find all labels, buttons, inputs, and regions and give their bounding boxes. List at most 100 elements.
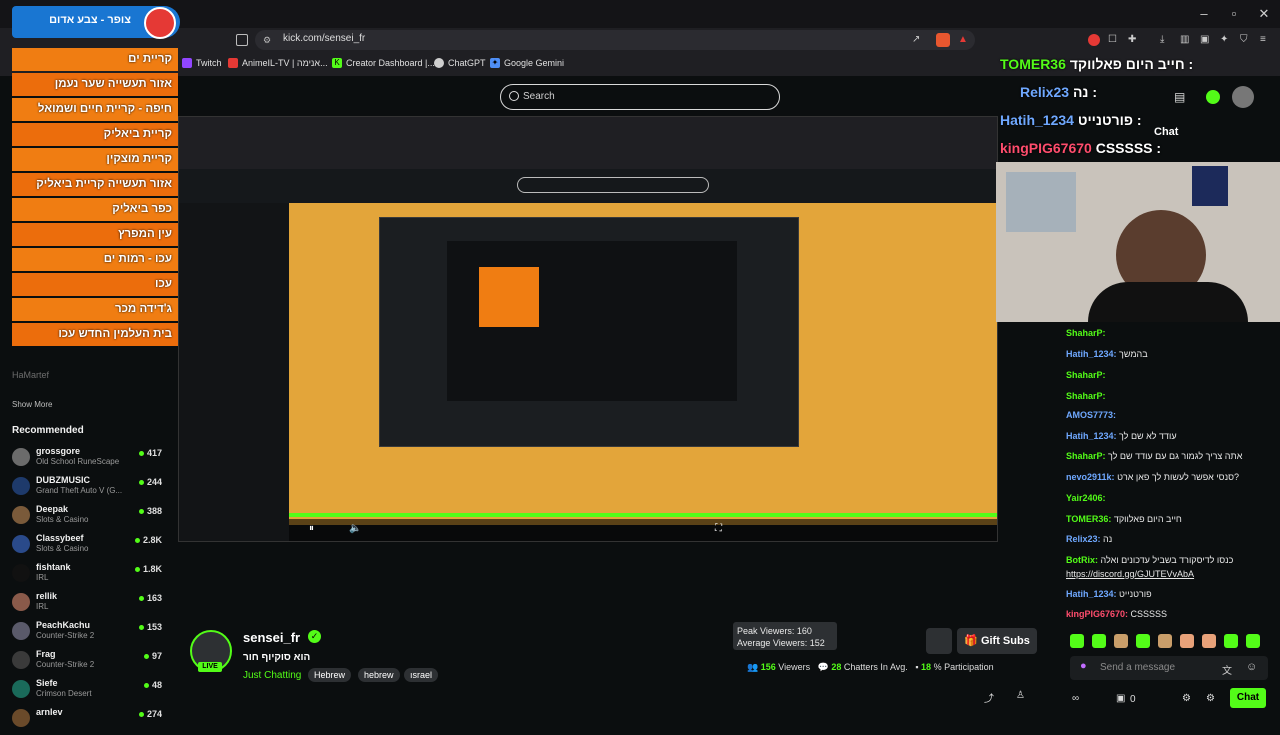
- live-dot: [143, 654, 149, 659]
- bookmark-animeil[interactable]: AnimeIL-TV | אנימה...: [228, 56, 328, 70]
- chat-message: Hatih_1234: עודד לא שם לך: [1066, 431, 1177, 441]
- bookmark-creator-dashboard[interactable]: K Creator Dashboard |...: [332, 56, 435, 70]
- emote-icon[interactable]: [1136, 634, 1150, 648]
- extension-record-icon[interactable]: [1088, 34, 1100, 46]
- chat-message: ShaharP:: [1066, 391, 1106, 401]
- wallet-icon[interactable]: ▣: [1200, 34, 1209, 45]
- tag[interactable]: hebrew: [358, 668, 400, 682]
- show-more-link[interactable]: Show More: [12, 400, 52, 409]
- share-icon[interactable]: ↗: [912, 34, 920, 45]
- category-link[interactable]: Just Chatting: [243, 670, 301, 681]
- sidebar-channel[interactable]: DUBZMUSIC Grand Theft Auto V (G... 244: [12, 475, 162, 503]
- sidebar-channel[interactable]: arnlev 274: [12, 707, 162, 735]
- sidebar-channel[interactable]: rellik IRL 163: [12, 591, 162, 619]
- avatar: [12, 593, 30, 611]
- share-icon[interactable]: ⤴: [984, 690, 994, 705]
- chat-link[interactable]: https://discord.gg/GJUTEVvAbA: [1066, 569, 1194, 579]
- nested-alert-overlay: [479, 267, 539, 327]
- avatar: [12, 506, 30, 524]
- alert-location: עין המפרץ: [12, 223, 178, 246]
- live-dot: [138, 596, 144, 601]
- live-dot: [138, 451, 144, 456]
- menu-icon[interactable]: ≡: [1260, 34, 1266, 45]
- streamer-name[interactable]: sensei_fr: [243, 630, 300, 645]
- emote-icon[interactable]: [1202, 634, 1216, 648]
- emote-icon[interactable]: [1158, 634, 1172, 648]
- sidebar-channel[interactable]: grossgore Old School RuneScape 417: [12, 446, 162, 474]
- alert-location: אזור תעשייה שער נעמן: [12, 73, 178, 96]
- sidebar-icon[interactable]: ▥: [1180, 34, 1189, 45]
- follow-icon[interactable]: ♙: [1016, 690, 1025, 701]
- site-info-icon[interactable]: ⚙: [263, 35, 271, 46]
- chat-settings-icon[interactable]: ⚙: [1182, 693, 1191, 704]
- user-avatar[interactable]: [1232, 86, 1254, 108]
- kick-points-icon[interactable]: [1206, 90, 1220, 104]
- send-chat-button[interactable]: Chat: [1230, 688, 1266, 708]
- chat-message: TOMER36: חייב היום פאלווקד: [1066, 514, 1182, 524]
- chat-input-placeholder: Send a message: [1100, 662, 1176, 673]
- vpn-icon[interactable]: ⛉: [1240, 34, 1248, 45]
- emote-icon[interactable]: [1070, 634, 1084, 648]
- bookmark-chatgpt[interactable]: ChatGPT: [434, 56, 486, 70]
- viewers-tooltip: Peak Viewers: 160 Average Viewers: 152: [733, 622, 837, 650]
- fullscreen-icon[interactable]: ⛶: [715, 523, 722, 534]
- puzzle-icon[interactable]: ✚: [1128, 34, 1136, 45]
- play-pause-icon[interactable]: ⏸: [309, 523, 314, 534]
- emote-icon[interactable]: [1180, 634, 1194, 648]
- points-count: 0: [1130, 694, 1136, 705]
- sidebar-channel[interactable]: Siefe Crimson Desert 48: [12, 678, 162, 706]
- sidebar-channel[interactable]: Classybeef Slots & Casino 2.8K: [12, 533, 162, 561]
- avatar: [12, 477, 30, 495]
- microphone-icon[interactable]: ●: [1080, 660, 1087, 672]
- tag[interactable]: Hebrew: [308, 668, 352, 682]
- sidebar-channel[interactable]: PeachKachu Counter-Strike 2 153: [12, 620, 162, 648]
- bookmark-twitch[interactable]: Twitch: [182, 56, 222, 70]
- maximize-icon[interactable]: ▫: [1226, 6, 1242, 22]
- recommended-title: Recommended: [12, 425, 84, 436]
- chat-message: Relix23: נה: [1066, 534, 1113, 544]
- window-image: [1006, 172, 1076, 232]
- sidebar-channel[interactable]: fishtank IRL 1.8K: [12, 562, 162, 590]
- avatar: [12, 709, 30, 727]
- progress-bar[interactable]: [289, 513, 997, 517]
- animeil-icon: [228, 58, 238, 68]
- sidebar-item-faded[interactable]: HaMartef: [12, 370, 49, 380]
- nested-search: [517, 177, 709, 193]
- alert-title: צופר - צבע אדום: [49, 14, 131, 26]
- gift-subs-button[interactable]: 🎁 Gift Subs: [957, 628, 1037, 654]
- chat-bubble-icon: 💬: [817, 662, 829, 672]
- tag[interactable]: ısrael: [404, 668, 439, 682]
- points-icon[interactable]: ▣: [1116, 693, 1125, 704]
- poster-image: [1192, 166, 1228, 206]
- download-icon[interactable]: ⤓: [1160, 34, 1164, 45]
- minimize-icon[interactable]: –: [1196, 6, 1212, 22]
- emote-icon[interactable]: [1092, 634, 1106, 648]
- bookmark-gemini[interactable]: ✦ Google Gemini: [490, 56, 564, 70]
- alert-location: קריית ביאליק: [12, 123, 178, 146]
- emote-icon[interactable]: [1246, 634, 1260, 648]
- gear-icon[interactable]: ⚙: [1206, 693, 1215, 704]
- player-controls: [289, 519, 997, 541]
- sidebar-channel[interactable]: Deepak Slots & Casino 388: [12, 504, 162, 532]
- emoji-icon[interactable]: ☺: [1246, 661, 1257, 673]
- kick-icon: K: [332, 58, 342, 68]
- ai-icon[interactable]: ✦: [1220, 34, 1228, 45]
- bookmark-icon[interactable]: [236, 34, 248, 46]
- rewards-icon[interactable]: ▲: [958, 34, 968, 45]
- subscriptions-icon[interactable]: ▤: [1174, 90, 1185, 104]
- streamer-shirt: [1088, 282, 1248, 322]
- avatar: [12, 680, 30, 698]
- clip-button[interactable]: [926, 628, 952, 654]
- emote-icon[interactable]: [1114, 634, 1128, 648]
- translate-icon[interactable]: 文: [1222, 662, 1232, 677]
- chat-message: ShaharP:: [1066, 328, 1106, 338]
- emote-icon[interactable]: [1224, 634, 1238, 648]
- volume-icon[interactable]: 🔈: [349, 523, 361, 534]
- infinity-icon[interactable]: ∞: [1072, 693, 1079, 704]
- video-player[interactable]: ⏸ 🔈 ⛶: [178, 116, 998, 542]
- brave-shield-icon[interactable]: [936, 33, 950, 47]
- sidebar-channel[interactable]: Frag Counter-Strike 2 97: [12, 649, 162, 677]
- stream-stats: 👥 156 Viewers 💬 28 Chatters In Avg. ▪ 18…: [747, 662, 994, 672]
- extension-icon[interactable]: ☐: [1108, 34, 1117, 45]
- close-icon[interactable]: ✕: [1256, 6, 1272, 22]
